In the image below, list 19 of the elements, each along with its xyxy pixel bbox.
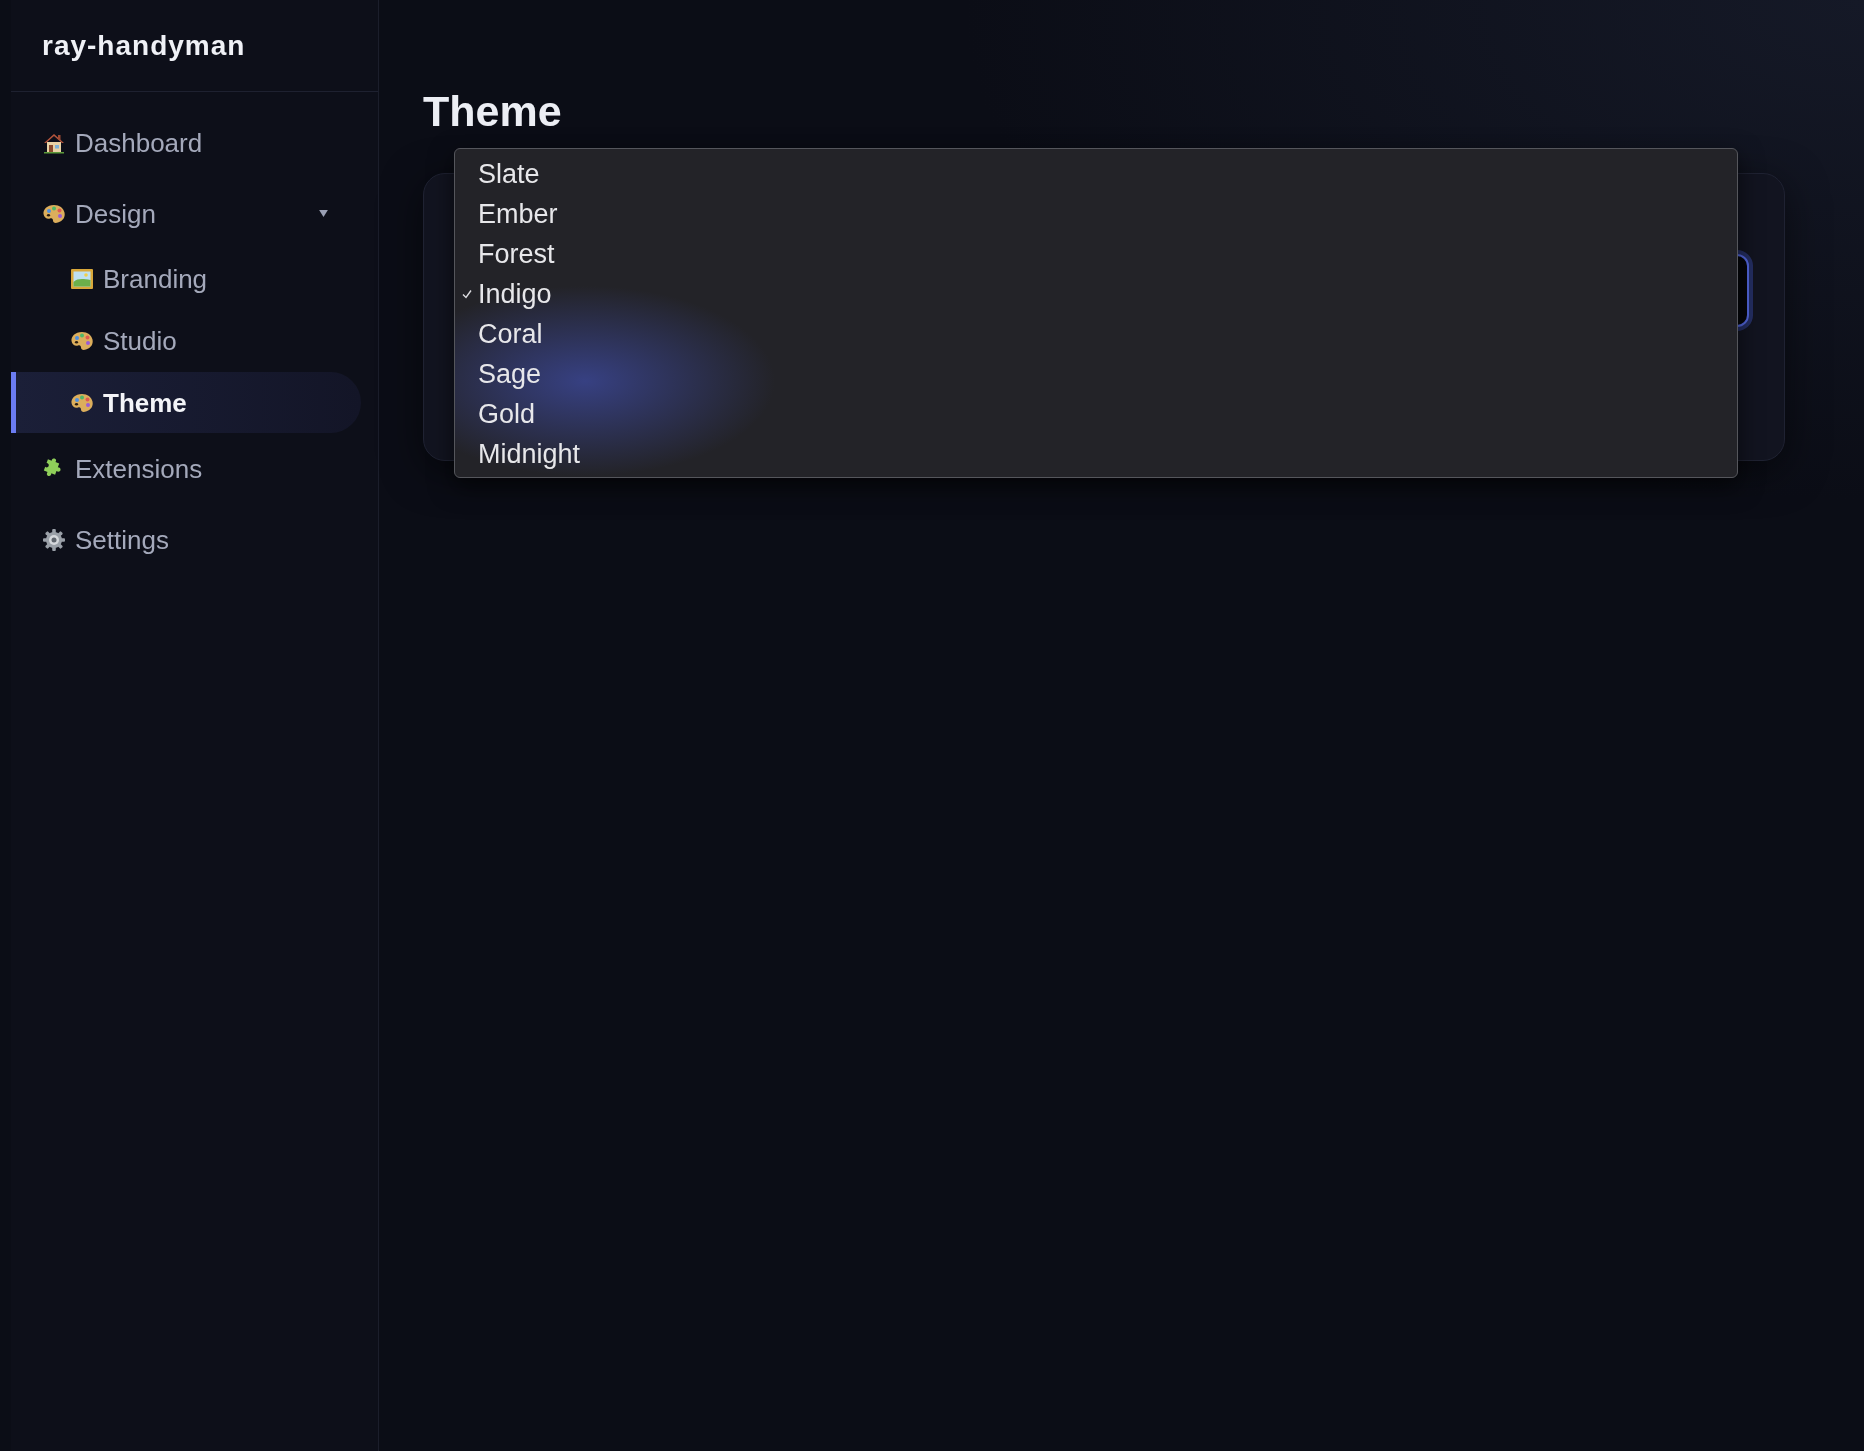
menu-option[interactable]: Coral <box>461 314 543 354</box>
picture-icon <box>70 266 94 291</box>
sidebar-item[interactable]: Studio <box>11 310 361 371</box>
menu-option[interactable]: Indigo <box>461 274 552 314</box>
sidebar-item[interactable]: Branding <box>11 248 361 309</box>
menu-option[interactable]: Forest <box>461 234 555 274</box>
sidebar-item[interactable]: Design <box>11 183 361 244</box>
sidebar-item[interactable]: Extensions <box>11 438 361 499</box>
menu-option[interactable]: Ember <box>461 194 558 234</box>
menu-option[interactable]: Slate <box>461 154 540 194</box>
sidebar-item[interactable]: Theme <box>11 372 361 433</box>
menu-option[interactable]: Midnight <box>461 434 581 474</box>
sidebar-item[interactable]: Settings <box>11 509 361 570</box>
menu-option[interactable]: Sage <box>461 354 542 394</box>
page-title: Theme <box>423 86 562 136</box>
gear-icon <box>42 527 66 552</box>
app-title: ray-handyman <box>42 29 246 62</box>
menu-option[interactable]: Gold <box>461 394 536 434</box>
sidebar-item[interactable]: Dashboard <box>11 112 361 173</box>
